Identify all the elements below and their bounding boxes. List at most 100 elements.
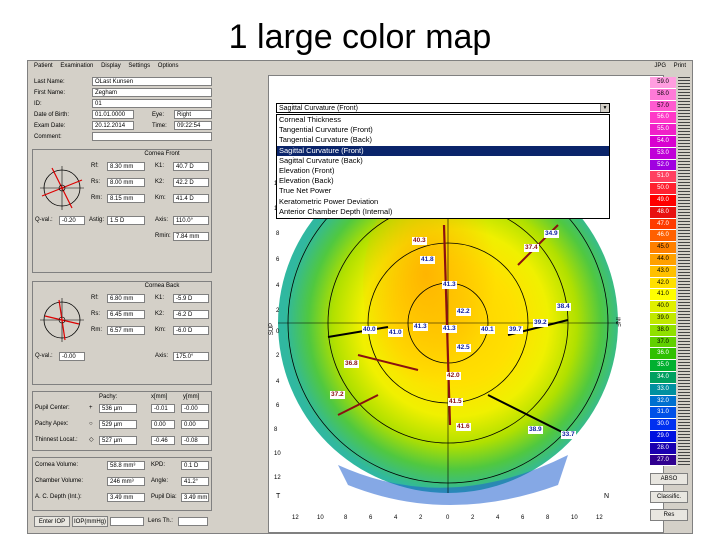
- map-value-label: 41.0: [388, 329, 403, 337]
- dropdown-option[interactable]: Tangential Curvature (Back): [277, 135, 609, 145]
- map-value-label: 41.3: [442, 325, 457, 333]
- scale-swatch: 30.0: [650, 419, 676, 431]
- x-tick: 4: [394, 515, 398, 521]
- scale-swatch: 33.0: [650, 383, 676, 396]
- dropdown-option[interactable]: True Net Power: [277, 186, 609, 196]
- menu-jpg[interactable]: JPG: [654, 63, 666, 69]
- first-name-input[interactable]: Zegham: [92, 88, 212, 97]
- abso-button[interactable]: ABSO: [650, 473, 688, 485]
- thinnest-location-icon: ◇: [89, 437, 94, 443]
- iop-input[interactable]: [110, 517, 144, 526]
- enter-iop-button[interactable]: Enter IOP: [34, 516, 70, 527]
- map-value-label: 34.9: [544, 230, 559, 238]
- x-tick: 6: [369, 515, 373, 521]
- map-value-label: 40.1: [480, 326, 495, 334]
- iop-field[interactable]: IOP(mmHg): [72, 516, 108, 527]
- scale-swatch: 49.0: [650, 195, 676, 207]
- y-tick: 2: [276, 353, 280, 359]
- pachy-panel: Pachy: x[mm] y[mm] Pupil Center: + 536 µ…: [32, 391, 212, 451]
- res-button[interactable]: Res: [650, 509, 688, 521]
- map-value-label: 42.2: [456, 308, 471, 316]
- id-input[interactable]: 01: [92, 99, 212, 108]
- inf-label: INF: [613, 317, 620, 327]
- dropdown-option[interactable]: Anterior Chamber Depth (Internal): [277, 207, 609, 217]
- thinnest-x: -0.46: [151, 436, 175, 445]
- back-rs-value: 6.45 mm: [107, 310, 145, 319]
- front-k1-value: 40.7 D: [173, 162, 209, 171]
- x-tick: 10: [317, 515, 324, 521]
- dropdown-option[interactable]: Keratometric Power Deviation: [277, 197, 609, 207]
- map-value-label: 39.2: [533, 319, 548, 327]
- menu-settings[interactable]: Settings: [128, 63, 150, 69]
- dropdown-option-selected[interactable]: Sagittal Curvature (Front): [277, 145, 609, 156]
- last-name-input[interactable]: OLast Kunsen: [92, 77, 212, 86]
- eye-value: Right: [174, 110, 212, 119]
- cornea-front-axis-diagram: [40, 166, 84, 210]
- back-axis-value: 175.0°: [173, 352, 209, 361]
- scale-swatch: 44.0: [650, 254, 676, 266]
- pupil-center-icon: +: [89, 405, 93, 411]
- map-value-label: 37.4: [524, 244, 539, 252]
- x-tick: 4: [496, 515, 500, 521]
- x-tick: 2: [471, 515, 475, 521]
- cornea-front-title: Cornea Front: [144, 151, 180, 157]
- scale-swatch: 28.0: [650, 442, 676, 455]
- x-tick: 12: [596, 515, 603, 521]
- scale-swatch: 43.0: [650, 265, 676, 278]
- dropdown-option[interactable]: Elevation (Front): [277, 166, 609, 176]
- scale-swatch: 42.0: [650, 277, 676, 290]
- dropdown-option[interactable]: Sagittal Curvature (Back): [277, 156, 609, 166]
- dropdown-option[interactable]: Elevation (Back): [277, 176, 609, 186]
- menu-display[interactable]: Display: [101, 63, 121, 69]
- scale-swatch: 54.0: [650, 136, 676, 148]
- dropdown-option[interactable]: Tangential Curvature (Front): [277, 125, 609, 135]
- scale-stripes: [678, 77, 690, 467]
- pupil-dia-value: 3.49 mm: [181, 493, 209, 502]
- scale-swatch: 38.0: [650, 324, 676, 337]
- map-value-label: 41.6: [456, 423, 471, 431]
- cornea-back-title: Cornea Back: [144, 283, 180, 289]
- map-value-label: 33.7: [561, 431, 576, 439]
- angle-value: 41.2°: [181, 477, 209, 486]
- acd-value: 3.49 mm: [107, 493, 145, 502]
- map-type-dropdown[interactable]: Sagittal Curvature (Front) ▼: [276, 103, 610, 113]
- slide-title: 1 large color map: [228, 18, 492, 56]
- chevron-down-icon[interactable]: ▼: [600, 104, 609, 112]
- pachy-apex-icon: ○: [89, 421, 93, 427]
- scale-swatch: 53.0: [650, 147, 676, 160]
- menu-patient[interactable]: Patient: [34, 63, 53, 69]
- dob-input[interactable]: 01.01.0000: [92, 110, 134, 119]
- scale-swatch: 40.0: [650, 301, 676, 313]
- map-type-options: Corneal Thickness Tangential Curvature (…: [276, 114, 610, 219]
- x-tick: 2: [419, 515, 423, 521]
- time-value: 09:22:54: [174, 121, 212, 130]
- menu-print[interactable]: Print: [674, 63, 686, 69]
- menu-options[interactable]: Options: [158, 63, 179, 69]
- cornea-back-axis-diagram: [40, 298, 84, 342]
- back-k1-value: -5.9 D: [173, 294, 209, 303]
- y-tick: 12: [274, 475, 281, 481]
- comment-input[interactable]: [92, 132, 212, 141]
- map-value-label: 41.3: [442, 281, 457, 289]
- menu-examination[interactable]: Examination: [60, 63, 93, 69]
- x-tick: 8: [546, 515, 550, 521]
- map-value-label: 40.0: [362, 326, 377, 334]
- x-tick: 10: [571, 515, 578, 521]
- map-value-label: 41.3: [413, 323, 428, 331]
- scale-swatch: 37.0: [650, 336, 676, 349]
- dropdown-option[interactable]: Corneal Thickness: [277, 115, 609, 125]
- front-rm-value: 8.15 mm: [107, 194, 145, 203]
- map-value-label: 37.2: [330, 391, 345, 399]
- chamber-panel: Cornea Volume: 58.8 mm³ KPD: 0.1 D Chamb…: [32, 457, 212, 511]
- exam-date-input[interactable]: 20.12.2014: [92, 121, 134, 130]
- lens-thickness-input[interactable]: [178, 517, 208, 526]
- y-tick: 4: [276, 283, 280, 289]
- scale-swatch: 55.0: [650, 124, 676, 136]
- map-value-label: 40.3: [412, 237, 427, 245]
- kpd-value: 0.1 D: [181, 461, 209, 470]
- pachy-apex-x: 0.00: [151, 420, 175, 429]
- scale-swatch: 36.0: [650, 348, 676, 361]
- classific-button[interactable]: Classific.: [650, 491, 688, 503]
- scale-swatch: 35.0: [650, 360, 676, 372]
- front-rmin-value: 7.84 mm: [173, 232, 209, 241]
